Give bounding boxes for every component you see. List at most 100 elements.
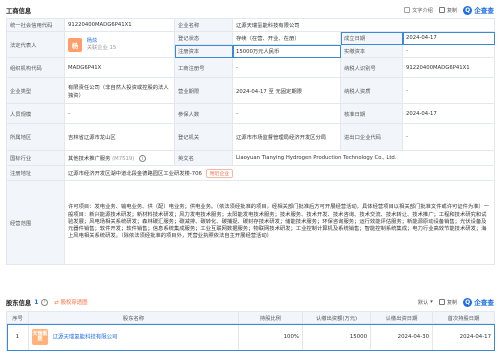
staff-size-label: 人员规模	[6, 103, 65, 124]
ratio-value: 100%	[238, 323, 303, 351]
taxpayer-id-value: 91220400MADG6P41X1	[401, 57, 496, 78]
qcc-badge-icon: Q	[463, 5, 473, 15]
registered-capital-label: 注册资本	[174, 44, 233, 58]
paid-capital-label: 实缴资本	[340, 44, 403, 58]
col-first-date-header: 首次持股日期	[432, 311, 495, 324]
reg-authority-label: 登记机关	[174, 123, 233, 151]
table-row: 人员规模 - 参保人数 - 核准日期 2024-04-17	[6, 103, 496, 124]
approval-date-label: 核准日期	[340, 103, 403, 124]
reg-number-label: 工商注册号	[174, 57, 233, 78]
table-row: 注册地址 辽源市经济开发区湖中道北段金德路园区工业研发楼-706 附近企业	[6, 165, 496, 181]
import-export-label: 进出口企业代码	[340, 123, 403, 151]
shareholders-header: 股东信息 1 i ⇄ 股权穿透图 默认 ▾ 复制 Q 企查查	[6, 295, 494, 309]
english-name-label: 英文名	[174, 150, 233, 166]
legal-rep-cell: 杨 杨炫 关联企业 15	[64, 31, 175, 58]
business-info-table: 统一社会信用代码 91220400MADG6P41X1 企业名称 辽源天瑞氢能科…	[6, 18, 496, 265]
info-icon[interactable]: i	[138, 155, 146, 163]
address-label: 注册地址	[6, 165, 65, 181]
copy-icon	[438, 299, 445, 305]
nearby-companies-button[interactable]: 附近企业	[205, 168, 234, 178]
approval-date-value: 2024-04-17	[401, 103, 496, 124]
amount-value: 15000	[302, 323, 371, 351]
address-value: 辽源市经济开发区湖中道北段金德路园区工业研发楼-706	[68, 170, 202, 177]
business-info-title: 工商信息	[6, 7, 32, 15]
shareholders-table: 序号 股东名称 持股比例 认缴出资额(万元) 认缴出资日期 首次持股日期 1 天…	[6, 311, 495, 351]
import-export-value: -	[401, 123, 496, 151]
table-row: 经营范围 许可项目：发电业务、输电业务、供（配）电业务；供电业务。（依法须经批准…	[6, 180, 496, 265]
col-name-header: 股东名称	[28, 311, 239, 324]
company-info-page: 工商信息 文字介绍 复制 Q 企查查 统一社会信用代码 91220400MADG6…	[0, 0, 500, 361]
table-row[interactable]: 1 天瑞氢能 辽源天瑞氢能科技有限公司 100% 15000 2024-04-3…	[6, 323, 495, 351]
business-scope-label: 经营范围	[6, 180, 65, 265]
sort-dropdown[interactable]: 默认 ▾	[418, 299, 433, 306]
qcc-logo: Q 企查查	[463, 297, 494, 307]
address-cell: 辽源市经济开发区湖中道北段金德路园区工业研发楼-706 附近企业	[63, 165, 496, 181]
term-value: 2024-04-17 至 无固定期限	[232, 77, 341, 104]
company-logo: 天瑞氢能	[32, 329, 48, 345]
credit-code-label: 统一社会信用代码	[6, 18, 65, 32]
qcc-badge-icon: Q	[463, 297, 473, 307]
insured-label: 参保人数	[174, 103, 233, 124]
legal-rep-name-link[interactable]: 杨炫	[87, 38, 98, 44]
company-type-label: 企业类型	[6, 77, 65, 104]
qcc-logo: Q 企查查	[463, 5, 494, 15]
legal-rep-label: 法定代表人	[6, 31, 65, 58]
table-row: 国标行业 其他技术推广服务 (M7519) i 英文名 Liaoyuan Tia…	[6, 150, 496, 166]
org-code-label: 组织机构代码	[6, 57, 65, 78]
status-value: 存续（在营、开业、在册）	[232, 31, 341, 45]
company-type-value: 有限责任公司（非自然人投资或控股的法人独资）	[64, 77, 175, 104]
first-date-value: 2024-04-17	[432, 323, 495, 351]
industry-code: (M7519)	[112, 155, 135, 162]
col-date-header: 认缴出资日期	[370, 311, 433, 324]
company-name-label: 企业名称	[174, 18, 233, 32]
taxpayer-id-label: 纳税人识别号	[340, 57, 403, 78]
english-name-value: Liaoyuan Tianying Hydrogen Production Te…	[231, 150, 496, 166]
industry-label: 国标行业	[6, 150, 65, 166]
term-label: 营业期限	[174, 77, 233, 104]
status-label: 登记状态	[174, 31, 233, 45]
copy-icon	[438, 7, 445, 13]
staff-size-value: -	[64, 103, 175, 124]
shareholder-name-cell: 天瑞氢能 辽源天瑞氢能科技有限公司	[28, 323, 239, 351]
industry-value: 其他技术推广服务	[68, 155, 111, 162]
table-row: 统一社会信用代码 91220400MADG6P41X1 企业名称 辽源天瑞氢能科…	[6, 18, 496, 32]
legal-rep-avatar: 杨	[68, 37, 82, 52]
table-row: 组织机构代码 MADG6P41X 工商注册号 - 纳税人识别号 91220400…	[6, 57, 496, 78]
checkbox-icon	[404, 7, 411, 13]
business-scope-value: 许可项目：发电业务、输电业务、供（配）电业务；供电业务。（依法须经批准的项目，经…	[63, 180, 496, 265]
table-row: 所属地区 吉林省辽源市龙山区 登记机关 辽源市市场监督管理局经济开发区分局 进出…	[6, 123, 496, 151]
col-index-header: 序号	[6, 311, 29, 324]
insured-value: -	[232, 103, 341, 124]
industry-cell: 其他技术推广服务 (M7519) i	[64, 150, 175, 166]
text-intro-toggle[interactable]: 文字介绍	[404, 7, 433, 14]
shareholder-name-link[interactable]: 辽源天瑞氢能科技有限公司	[53, 335, 118, 341]
related-companies-link[interactable]: 关联企业 15	[87, 45, 117, 51]
col-amount-header: 认缴出资额(万元)	[302, 311, 371, 324]
company-name-value: 辽源天瑞氢能科技有限公司	[231, 18, 496, 32]
reg-authority-value: 辽源市市场监督管理局经济开发区分局	[232, 123, 341, 151]
founded-date-label: 成立日期	[340, 31, 403, 45]
registered-capital-value: 15000万元人民币	[232, 44, 341, 58]
shareholders-title: 股东信息	[6, 299, 32, 307]
shareholders-count: 1	[34, 298, 39, 306]
equity-chart-link[interactable]: ⇄ 股权穿透图	[54, 298, 87, 306]
founded-date-value: 2024-04-17	[401, 31, 496, 45]
date-value: 2024-04-30	[370, 323, 433, 351]
region-value: 吉林省辽源市龙山区	[64, 123, 175, 151]
row-index: 1	[6, 323, 29, 351]
copy-button[interactable]: 复制	[438, 7, 457, 14]
business-info-header: 工商信息 文字介绍 复制 Q 企查查	[6, 3, 494, 17]
region-label: 所属地区	[6, 123, 65, 151]
info-icon[interactable]: i	[41, 298, 49, 306]
taxpayer-qual-value: -	[401, 77, 496, 104]
paid-capital-value: -	[401, 44, 496, 58]
reg-number-value: -	[232, 57, 341, 78]
copy-button[interactable]: 复制	[438, 299, 457, 306]
table-row: 企业类型 有限责任公司（非自然人投资或控股的法人独资） 营业期限 2024-04…	[6, 77, 496, 104]
table-row: 法定代表人 杨 杨炫 关联企业 15 登记状态 存续（在营、开业、在册） 成立日…	[6, 31, 496, 58]
chevron-down-icon: ▾	[430, 299, 433, 305]
credit-code-value: 91220400MADG6P41X1	[64, 18, 175, 32]
table-header-row: 序号 股东名称 持股比例 认缴出资额(万元) 认缴出资日期 首次持股日期	[6, 311, 495, 324]
org-code-value: MADG6P41X	[64, 57, 175, 78]
taxpayer-qual-label: 纳税人资质	[340, 77, 403, 104]
